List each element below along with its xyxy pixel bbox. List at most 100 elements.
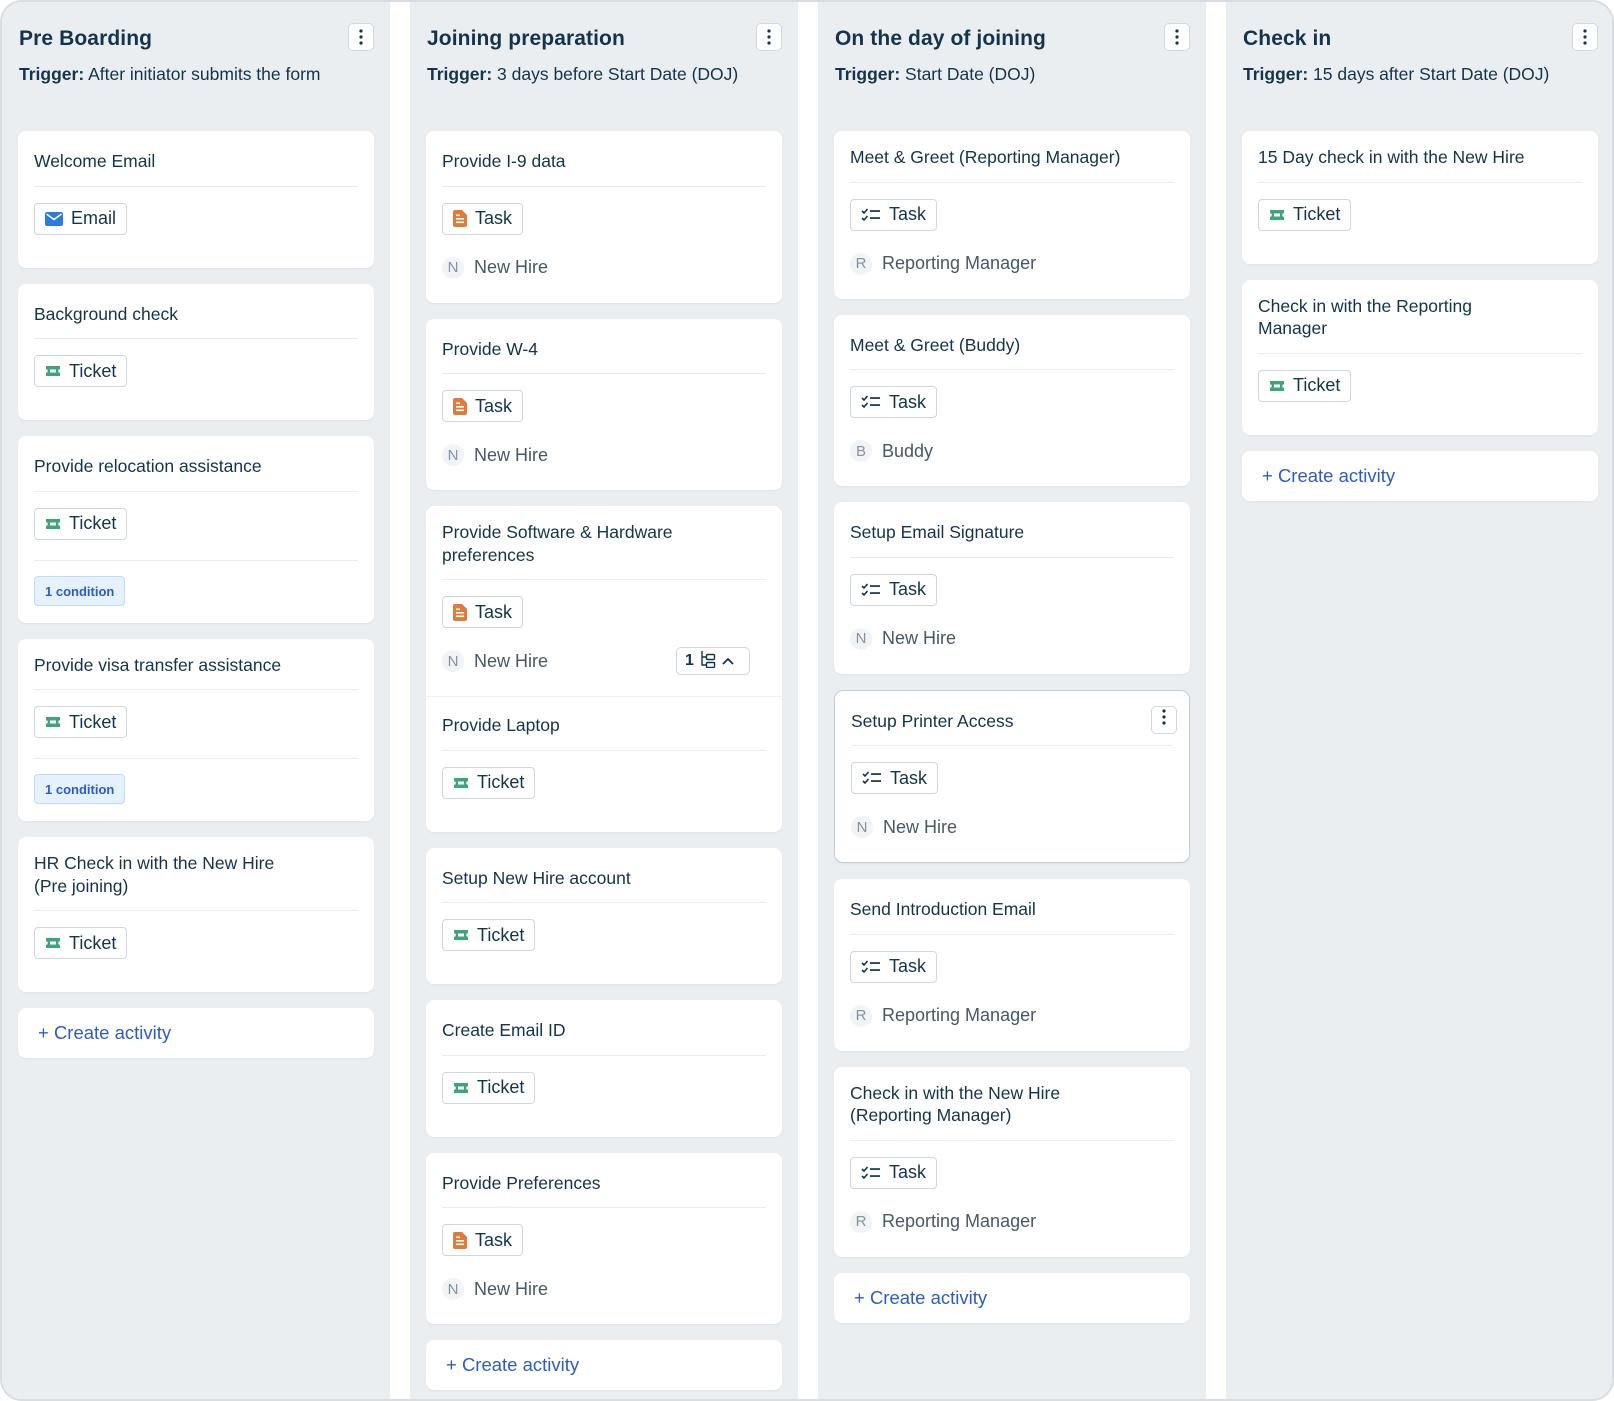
activity-type-label: Ticket xyxy=(69,711,117,732)
activity-type-badge: Task xyxy=(851,762,939,794)
activity-title: 15 Day check in with the New Hire xyxy=(1258,131,1582,183)
activity-title: Setup Printer Access xyxy=(851,691,1173,746)
stage-header: Check in Trigger: 15 days after Start Dat… xyxy=(1226,2,1612,114)
activity-type-badge: Ticket xyxy=(34,927,128,959)
create-activity-button[interactable]: + Create activity xyxy=(426,1340,782,1390)
activity-card[interactable]: Setup New Hire account Ticket xyxy=(426,847,782,984)
activity-card[interactable]: Check in with the Reporting Manager Ticke… xyxy=(1242,279,1598,435)
activity-card[interactable]: 15 Day check in with the New Hire Ticket xyxy=(1242,131,1598,264)
stage-more-button[interactable] xyxy=(1164,23,1190,51)
more-vertical-icon xyxy=(1175,29,1179,45)
assignee-name: Reporting Manager xyxy=(882,1005,1037,1025)
activity-card[interactable]: Send Introduction Email Task R Reporting Ma… xyxy=(834,879,1190,1051)
activity-card[interactable]: Create Email ID Ticket xyxy=(426,1000,782,1137)
document-task-icon xyxy=(453,397,467,415)
activity-card[interactable]: Welcome Email Email xyxy=(18,131,374,268)
activity-more-button[interactable] xyxy=(1151,705,1177,734)
activity-type-badge: Task xyxy=(850,1156,938,1189)
activity-title: HR Check in with the New Hire (Pre joini… xyxy=(34,837,358,911)
avatar: N xyxy=(442,1278,464,1300)
activity-card[interactable]: Provide relocation assistance Ticket 1 con… xyxy=(18,436,374,623)
activity-title: Provide Software & Hardware preferences xyxy=(442,506,766,580)
activity-card[interactable]: Setup Email Signature Task N New Hire xyxy=(834,502,1190,674)
avatar: R xyxy=(850,1210,872,1233)
activity-type-label: Task xyxy=(889,579,927,599)
stage-more-button[interactable] xyxy=(348,23,374,51)
email-icon xyxy=(45,211,63,226)
activity-title: Welcome Email xyxy=(34,131,358,187)
document-task-icon xyxy=(453,603,467,621)
stage-column: Joining preparation Trigger: 3 days befor… xyxy=(410,2,798,1399)
activity-type-badge: Task xyxy=(442,1224,524,1256)
stage-column: On the day of joining Trigger: Start Date… xyxy=(818,2,1206,1399)
activity-type-label: Task xyxy=(475,1229,513,1250)
activity-type-label: Email xyxy=(71,208,117,228)
checklist-icon xyxy=(861,582,881,597)
create-activity-button[interactable]: + Create activity xyxy=(1242,450,1598,501)
avatar: B xyxy=(850,440,872,462)
assignee: N New Hire 1 xyxy=(442,647,766,675)
stage-column: Check in Trigger: 15 days after Start Dat… xyxy=(1226,2,1612,1399)
activity-card[interactable]: Provide I-9 data Task N New Hire xyxy=(426,131,782,303)
activity-list: 15 Day check in with the New Hire Ticket C… xyxy=(1226,114,1612,501)
activity-list: Meet & Greet (Reporting Manager) Task R Rep… xyxy=(818,114,1206,1323)
activity-title: Setup New Hire account xyxy=(442,848,766,903)
activity-card[interactable]: Provide Software & Hardware preferences T… xyxy=(426,506,782,697)
activity-card[interactable]: HR Check in with the New Hire (Pre joini… xyxy=(18,837,374,992)
activity-title: Provide W-4 xyxy=(442,319,766,374)
ticket-icon xyxy=(45,716,61,728)
stage-column: Pre Boarding Trigger: After initiator sub… xyxy=(2,2,390,1399)
assignee: N New Hire xyxy=(442,254,766,282)
child-activity-card[interactable]: Provide Laptop Ticket xyxy=(426,697,782,832)
activity-type-label: Task xyxy=(890,767,928,788)
create-activity-button[interactable]: + Create activity xyxy=(18,1008,374,1058)
more-vertical-icon xyxy=(359,29,363,45)
avatar: N xyxy=(442,650,464,672)
assignee-name: Reporting Manager xyxy=(882,1211,1037,1231)
trigger-text: After initiator submits the form xyxy=(88,64,321,84)
stage-more-button[interactable] xyxy=(756,23,782,51)
ticket-icon xyxy=(453,777,469,789)
condition-badge[interactable]: 1 condition xyxy=(34,774,126,804)
trigger-label: Trigger: xyxy=(427,64,493,84)
activity-title: Setup Email Signature xyxy=(850,502,1174,558)
stage-more-button[interactable] xyxy=(1572,23,1598,51)
create-activity-button[interactable]: + Create activity xyxy=(834,1272,1190,1323)
stage-trigger: Trigger: After initiator submits the for… xyxy=(19,63,374,85)
assignee: N New Hire xyxy=(851,813,1173,841)
activity-type-badge: Task xyxy=(850,573,938,606)
activity-type-badge: Ticket xyxy=(442,919,536,951)
stage-title: Pre Boarding xyxy=(19,27,153,50)
activity-card[interactable]: Provide W-4 Task N New Hire xyxy=(426,318,782,490)
subtasks-toggle-button[interactable]: 1 xyxy=(676,647,750,675)
activity-title: Provide Preferences xyxy=(442,1153,766,1208)
subtask-tree-icon xyxy=(700,650,716,673)
activity-card[interactable]: Check in with the New Hire (Reporting Ma… xyxy=(834,1066,1190,1257)
activity-card[interactable]: Setup Printer Access Task N New Hire xyxy=(834,689,1190,863)
condition-badge[interactable]: 1 condition xyxy=(34,575,126,606)
stage-title: Check in xyxy=(1243,27,1332,50)
ticket-icon xyxy=(1269,209,1285,221)
assignee: R Reporting Manager xyxy=(850,1002,1174,1030)
activity-type-label: Task xyxy=(889,391,927,412)
avatar: N xyxy=(442,444,464,466)
activity-type-label: Task xyxy=(889,204,927,224)
activity-type-label: Ticket xyxy=(69,513,117,533)
assignee-name: New Hire xyxy=(474,257,549,277)
stage-header: Joining preparation Trigger: 3 days befor… xyxy=(410,2,798,114)
activity-title: Provide visa transfer assistance xyxy=(34,639,358,690)
activity-card[interactable]: Meet & Greet (Buddy) Task B Buddy xyxy=(834,314,1190,486)
ticket-icon xyxy=(45,365,61,377)
activity-title: Check in with the Reporting Manager xyxy=(1258,280,1582,354)
avatar: N xyxy=(442,256,464,279)
activity-card[interactable]: Meet & Greet (Reporting Manager) Task R Rep… xyxy=(834,131,1190,299)
activity-card[interactable]: Provide Preferences Task N New Hire xyxy=(426,1152,782,1324)
activity-card[interactable]: Background check Ticket xyxy=(18,283,374,420)
checklist-icon xyxy=(861,207,881,222)
assignee-name: New Hire xyxy=(474,1278,549,1299)
activity-type-badge: Ticket xyxy=(34,706,128,738)
activity-type-badge: Email xyxy=(34,202,128,235)
activity-card[interactable]: Provide visa transfer assistance Ticket 1 … xyxy=(18,638,374,821)
avatar: N xyxy=(850,627,872,650)
trigger-text: 3 days before Start Date (DOJ) xyxy=(497,64,739,84)
